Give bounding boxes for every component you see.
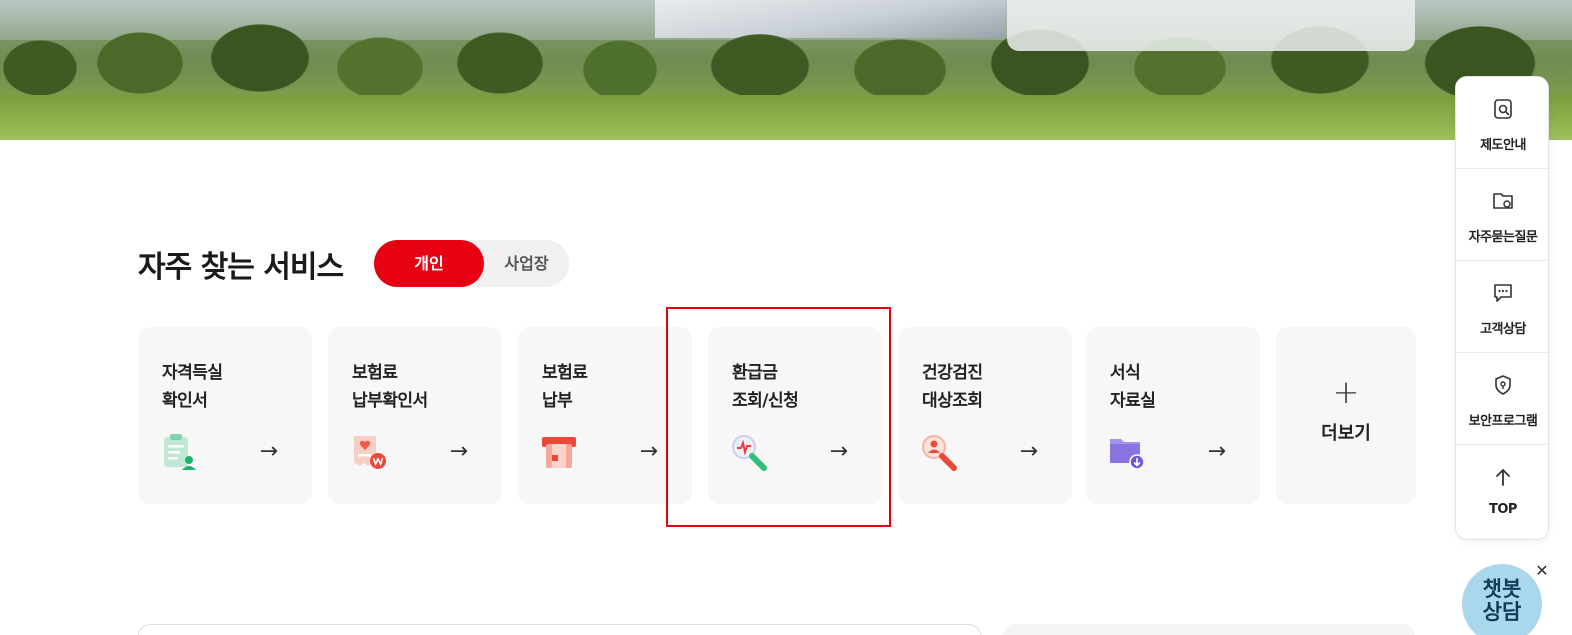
card-refund-inquiry[interactable]: 환급금 조회/신청 → [708,327,882,504]
card-label-line1: 서식 [1110,363,1141,383]
quick-item-top[interactable]: TOP [1456,445,1550,539]
card-qualification-certificate[interactable]: 자격득실 확인서 → [138,327,312,504]
hero-overlay-panel [1007,0,1415,51]
arrow-up-icon [1496,468,1510,486]
shield-icon [1495,375,1511,395]
arrow-right-icon: → [1019,439,1038,464]
card-label: 서식 자료실 [1110,359,1156,415]
quick-item-customer-consult[interactable]: 고객상담 [1456,261,1550,353]
toggle-business[interactable]: 사업장 [484,240,569,287]
folder-download-icon [1110,439,1145,470]
receipt-heart-icon [354,436,386,469]
card-label: 보험료 납부 [542,359,588,415]
card-label-line2: 조회/신청 [732,391,799,411]
chatbot-label: 챗봇 상담 [1462,578,1542,624]
bottom-left-panel [138,624,981,635]
user-type-toggle: 개인 사업장 [374,240,569,287]
card-premium-payment[interactable]: 보험료 납부 → [518,327,692,504]
arrow-right-icon: → [259,439,278,464]
card-health-checkup-inquiry[interactable]: 건강검진 대상조회 → [898,327,1072,504]
arrow-right-icon: → [639,439,658,464]
card-label-line1: 자격득실 [162,363,223,383]
more-label: 더보기 [1321,423,1371,444]
card-label-line2: 대상조회 [922,391,983,411]
card-label-line1: 환급금 [732,363,778,383]
quick-item-faq[interactable]: 자주묻는질문 [1456,169,1550,261]
quick-item-label: 자주묻는질문 [1468,230,1538,245]
card-label-line1: 건강검진 [922,363,983,383]
card-label-line1: 보험료 [352,363,398,383]
section-title: 자주 찾는 서비스 [138,250,344,285]
card-label-line2: 납부 [542,391,573,411]
card-label-line2: 확인서 [162,391,208,411]
card-premium-payment-certificate[interactable]: 보험료 납부확인서 → [328,327,502,504]
plus-icon: + [1332,373,1360,411]
arrow-right-icon: → [1207,439,1226,464]
search-pulse-icon [732,435,767,471]
quick-item-label: 보안프로그램 [1468,414,1538,429]
chatbot-label-line2: 상담 [1482,600,1522,624]
quick-item-system-guide[interactable]: 제도안내 [1456,77,1550,169]
hero-banner [0,0,1572,140]
card-label: 보험료 납부확인서 [352,359,428,415]
search-person-icon [922,435,957,471]
quick-item-label: 고객상담 [1480,322,1526,337]
card-label-line2: 납부확인서 [352,391,428,411]
card-label: 자격득실 확인서 [162,359,223,415]
chatbot-button[interactable]: 챗봇 상담 [1462,564,1542,635]
quick-item-security-program[interactable]: 보안프로그램 [1456,353,1550,445]
document-icon [1494,99,1512,119]
chat-icon [1494,284,1512,302]
chatbot-label-line1: 챗봇 [1482,577,1522,601]
hero-grass [0,95,1572,140]
card-forms-library[interactable]: 서식 자료실 → [1086,327,1260,504]
quick-menu: 제도안내 자주묻는질문 고객상담 보안프로그램 TOP [1455,76,1550,540]
card-label: 건강검진 대상조회 [922,359,983,415]
clipboard-person-icon [164,434,196,470]
close-icon[interactable]: ✕ [1534,563,1550,579]
service-cards: 자격득실 확인서 → 보험료 납부확인서 → 보험료 납부 → 환급금 조회/신… [138,327,1416,504]
card-payment-icon [542,437,576,468]
arrow-right-icon: → [449,439,468,464]
bottom-right-panel [1003,624,1415,635]
arrow-right-icon: → [829,439,848,464]
toggle-personal[interactable]: 개인 [374,240,484,287]
card-label: 환급금 조회/신청 [732,359,799,415]
card-label-line1: 보험료 [542,363,588,383]
quick-item-label: TOP [1489,502,1517,517]
card-label-line2: 자료실 [1110,391,1156,411]
folder-question-icon [1493,193,1513,209]
more-button[interactable]: + 더보기 [1276,327,1416,504]
quick-item-label: 제도안내 [1480,138,1526,153]
